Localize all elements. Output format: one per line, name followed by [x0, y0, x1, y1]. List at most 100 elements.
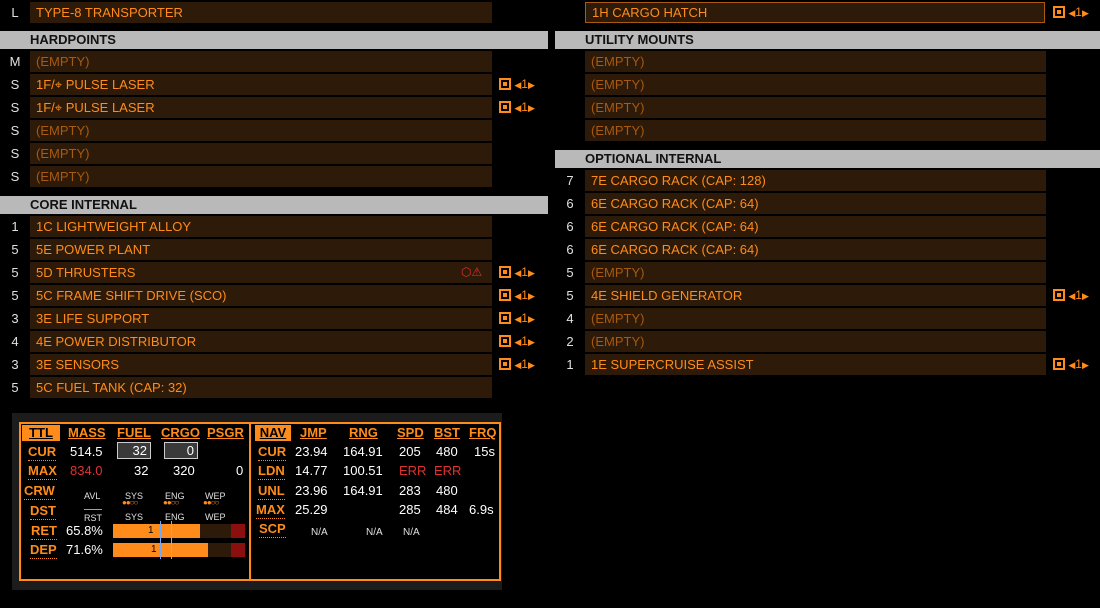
core-slot[interactable]: 3E SENSORS [30, 354, 492, 375]
slot-size: 6 [566, 242, 574, 257]
dst-label: DST [30, 503, 56, 520]
optional-slot[interactable]: 6E CARGO RACK (CAP: 64) [585, 193, 1046, 214]
nav-ldn-label: LDN [258, 463, 285, 480]
nav-ldn-bst: ERR [434, 463, 462, 478]
slot-size: S [10, 123, 20, 138]
priority-increase-icon[interactable]: ▶ [528, 291, 535, 301]
optional-slot[interactable]: 6E CARGO RACK (CAP: 64) [585, 216, 1046, 237]
power-toggle-icon[interactable] [1053, 6, 1065, 18]
dep-bar-red-zone [231, 543, 245, 557]
priority-value: 1 [521, 100, 528, 114]
core-row: 5 5C FUEL TANK (CAP: 32) [0, 377, 550, 398]
nav-unl-jmp: 23.96 [295, 483, 328, 498]
nav-unl-bst: 480 [436, 483, 458, 498]
header-mass: MASS [68, 425, 106, 440]
priority-value: 1 [521, 265, 528, 279]
optional-slot[interactable]: (EMPTY) [585, 331, 1046, 352]
priority-increase-icon[interactable]: ▶ [1082, 291, 1089, 301]
priority-increase-icon[interactable]: ▶ [528, 103, 535, 113]
cur-cargo-input[interactable]: 0 [164, 442, 198, 459]
core-slot[interactable]: 5D THRUSTERS [30, 262, 492, 283]
nav-ldn-rng: 100.51 [343, 463, 383, 478]
slot-size: 1 [11, 219, 19, 234]
wep-pips-icon: ●●○○ [203, 498, 219, 507]
priority-increase-icon[interactable]: ▶ [528, 80, 535, 90]
optional-slot[interactable]: 7E CARGO RACK (CAP: 128) [585, 170, 1046, 191]
priority-increase-icon[interactable]: ▶ [528, 268, 535, 278]
power-toggle-icon[interactable] [499, 289, 511, 301]
ship-size: L [11, 5, 19, 20]
ret-percent: 65.8% [66, 523, 103, 538]
optional-slot[interactable]: (EMPTY) [585, 262, 1046, 283]
optional-slot[interactable]: 1E SUPERCRUISE ASSIST [585, 354, 1046, 375]
core-controls: ◀1▶ [499, 308, 535, 329]
optional-slot[interactable]: 6E CARGO RACK (CAP: 64) [585, 239, 1046, 260]
utility-slot[interactable]: (EMPTY) [585, 120, 1046, 141]
hardpoint-slot[interactable]: 1F/⌖ PULSE LASER [30, 97, 492, 118]
slot-size: S [10, 77, 20, 92]
power-toggle-icon[interactable] [499, 266, 511, 278]
priority-increase-icon[interactable]: ▶ [528, 360, 535, 370]
slot-size: 4 [11, 334, 19, 349]
slot-size: 6 [566, 219, 574, 234]
core-slot[interactable]: 5C FUEL TANK (CAP: 32) [30, 377, 492, 398]
core-slot[interactable]: 4E POWER DISTRIBUTOR [30, 331, 492, 352]
ship-name-field[interactable]: TYPE-8 TRANSPORTER [30, 2, 492, 23]
hardpoint-slot[interactable]: (EMPTY) [30, 51, 492, 72]
hardpoint-slot[interactable]: (EMPTY) [30, 166, 492, 187]
core-slot[interactable]: 5C FRAME SHIFT DRIVE (SCO) [30, 285, 492, 306]
max-fuel: 32 [134, 463, 149, 478]
core-slot[interactable]: 1C LIGHTWEIGHT ALLOY [30, 216, 492, 237]
nav-max-jmp: 25.29 [295, 502, 328, 517]
panel-divider [249, 424, 251, 579]
optional-slot[interactable]: 4E SHIELD GENERATOR [585, 285, 1046, 306]
power-toggle-icon[interactable] [499, 335, 511, 347]
utility-slot[interactable]: (EMPTY) [585, 51, 1046, 72]
header-rng: RNG [349, 425, 378, 440]
warning-icon: ⚠ [471, 265, 483, 279]
slot-size: 4 [566, 311, 574, 326]
hardpoint-slot[interactable]: (EMPTY) [30, 120, 492, 141]
optional-slot[interactable]: (EMPTY) [585, 308, 1046, 329]
priority-increase-icon[interactable]: ▶ [1082, 360, 1089, 370]
optional-row: 6 6E CARGO RACK (CAP: 64) [555, 239, 1100, 260]
power-toggle-icon[interactable] [499, 101, 511, 113]
power-toggle-icon[interactable] [1053, 358, 1065, 370]
engineering-icon: ⬡ [461, 265, 472, 279]
priority-increase-icon[interactable]: ▶ [528, 314, 535, 324]
optional-row: 7 7E CARGO RACK (CAP: 128) [555, 170, 1100, 191]
power-toggle-icon[interactable] [499, 312, 511, 324]
core-slot[interactable]: 3E LIFE SUPPORT [30, 308, 492, 329]
hardpoint-controls: ◀1▶ [499, 97, 535, 118]
tab-nav[interactable]: NAV [255, 425, 291, 441]
header-jmp: JMP [300, 425, 327, 440]
slot-size: 5 [11, 265, 19, 280]
nav-cur-spd: 205 [399, 444, 421, 459]
slot-size: 3 [11, 357, 19, 372]
utility-slot[interactable]: (EMPTY) [585, 74, 1046, 95]
tab-ttl[interactable]: TTL [22, 425, 60, 441]
core-slot[interactable]: 5E POWER PLANT [30, 239, 492, 260]
header-bst: BST [434, 425, 460, 440]
priority-value: 1 [521, 311, 528, 325]
optional-row: 1 1E SUPERCRUISE ASSIST ◀1▶ [555, 354, 1100, 375]
sys-pips-icon: ●●○○ [122, 498, 138, 507]
priority-value: 1 [1075, 5, 1082, 19]
priority-increase-icon[interactable]: ▶ [1082, 8, 1089, 18]
hardpoint-slot[interactable]: (EMPTY) [30, 143, 492, 164]
ret-bar-fill [113, 524, 201, 538]
hardpoint-slot[interactable]: 1F/⌖ PULSE LASER [30, 74, 492, 95]
cur-fuel-input[interactable]: 32 [117, 442, 151, 459]
core-row: 5 5E POWER PLANT [0, 239, 550, 260]
header-crgo: CRGO [161, 425, 200, 440]
nav-scp-rng: N/A [366, 527, 383, 538]
hardpoint-controls: ◀1▶ [499, 74, 535, 95]
power-toggle-icon[interactable] [499, 78, 511, 90]
utility-slot[interactable]: (EMPTY) [585, 97, 1046, 118]
nav-ldn-spd: ERR [399, 463, 427, 478]
cargo-hatch-slot[interactable]: 1H CARGO HATCH [585, 2, 1045, 23]
cargo-hatch-controls: ◀1▶ [1053, 2, 1089, 23]
power-toggle-icon[interactable] [1053, 289, 1065, 301]
power-toggle-icon[interactable] [499, 358, 511, 370]
priority-increase-icon[interactable]: ▶ [528, 337, 535, 347]
